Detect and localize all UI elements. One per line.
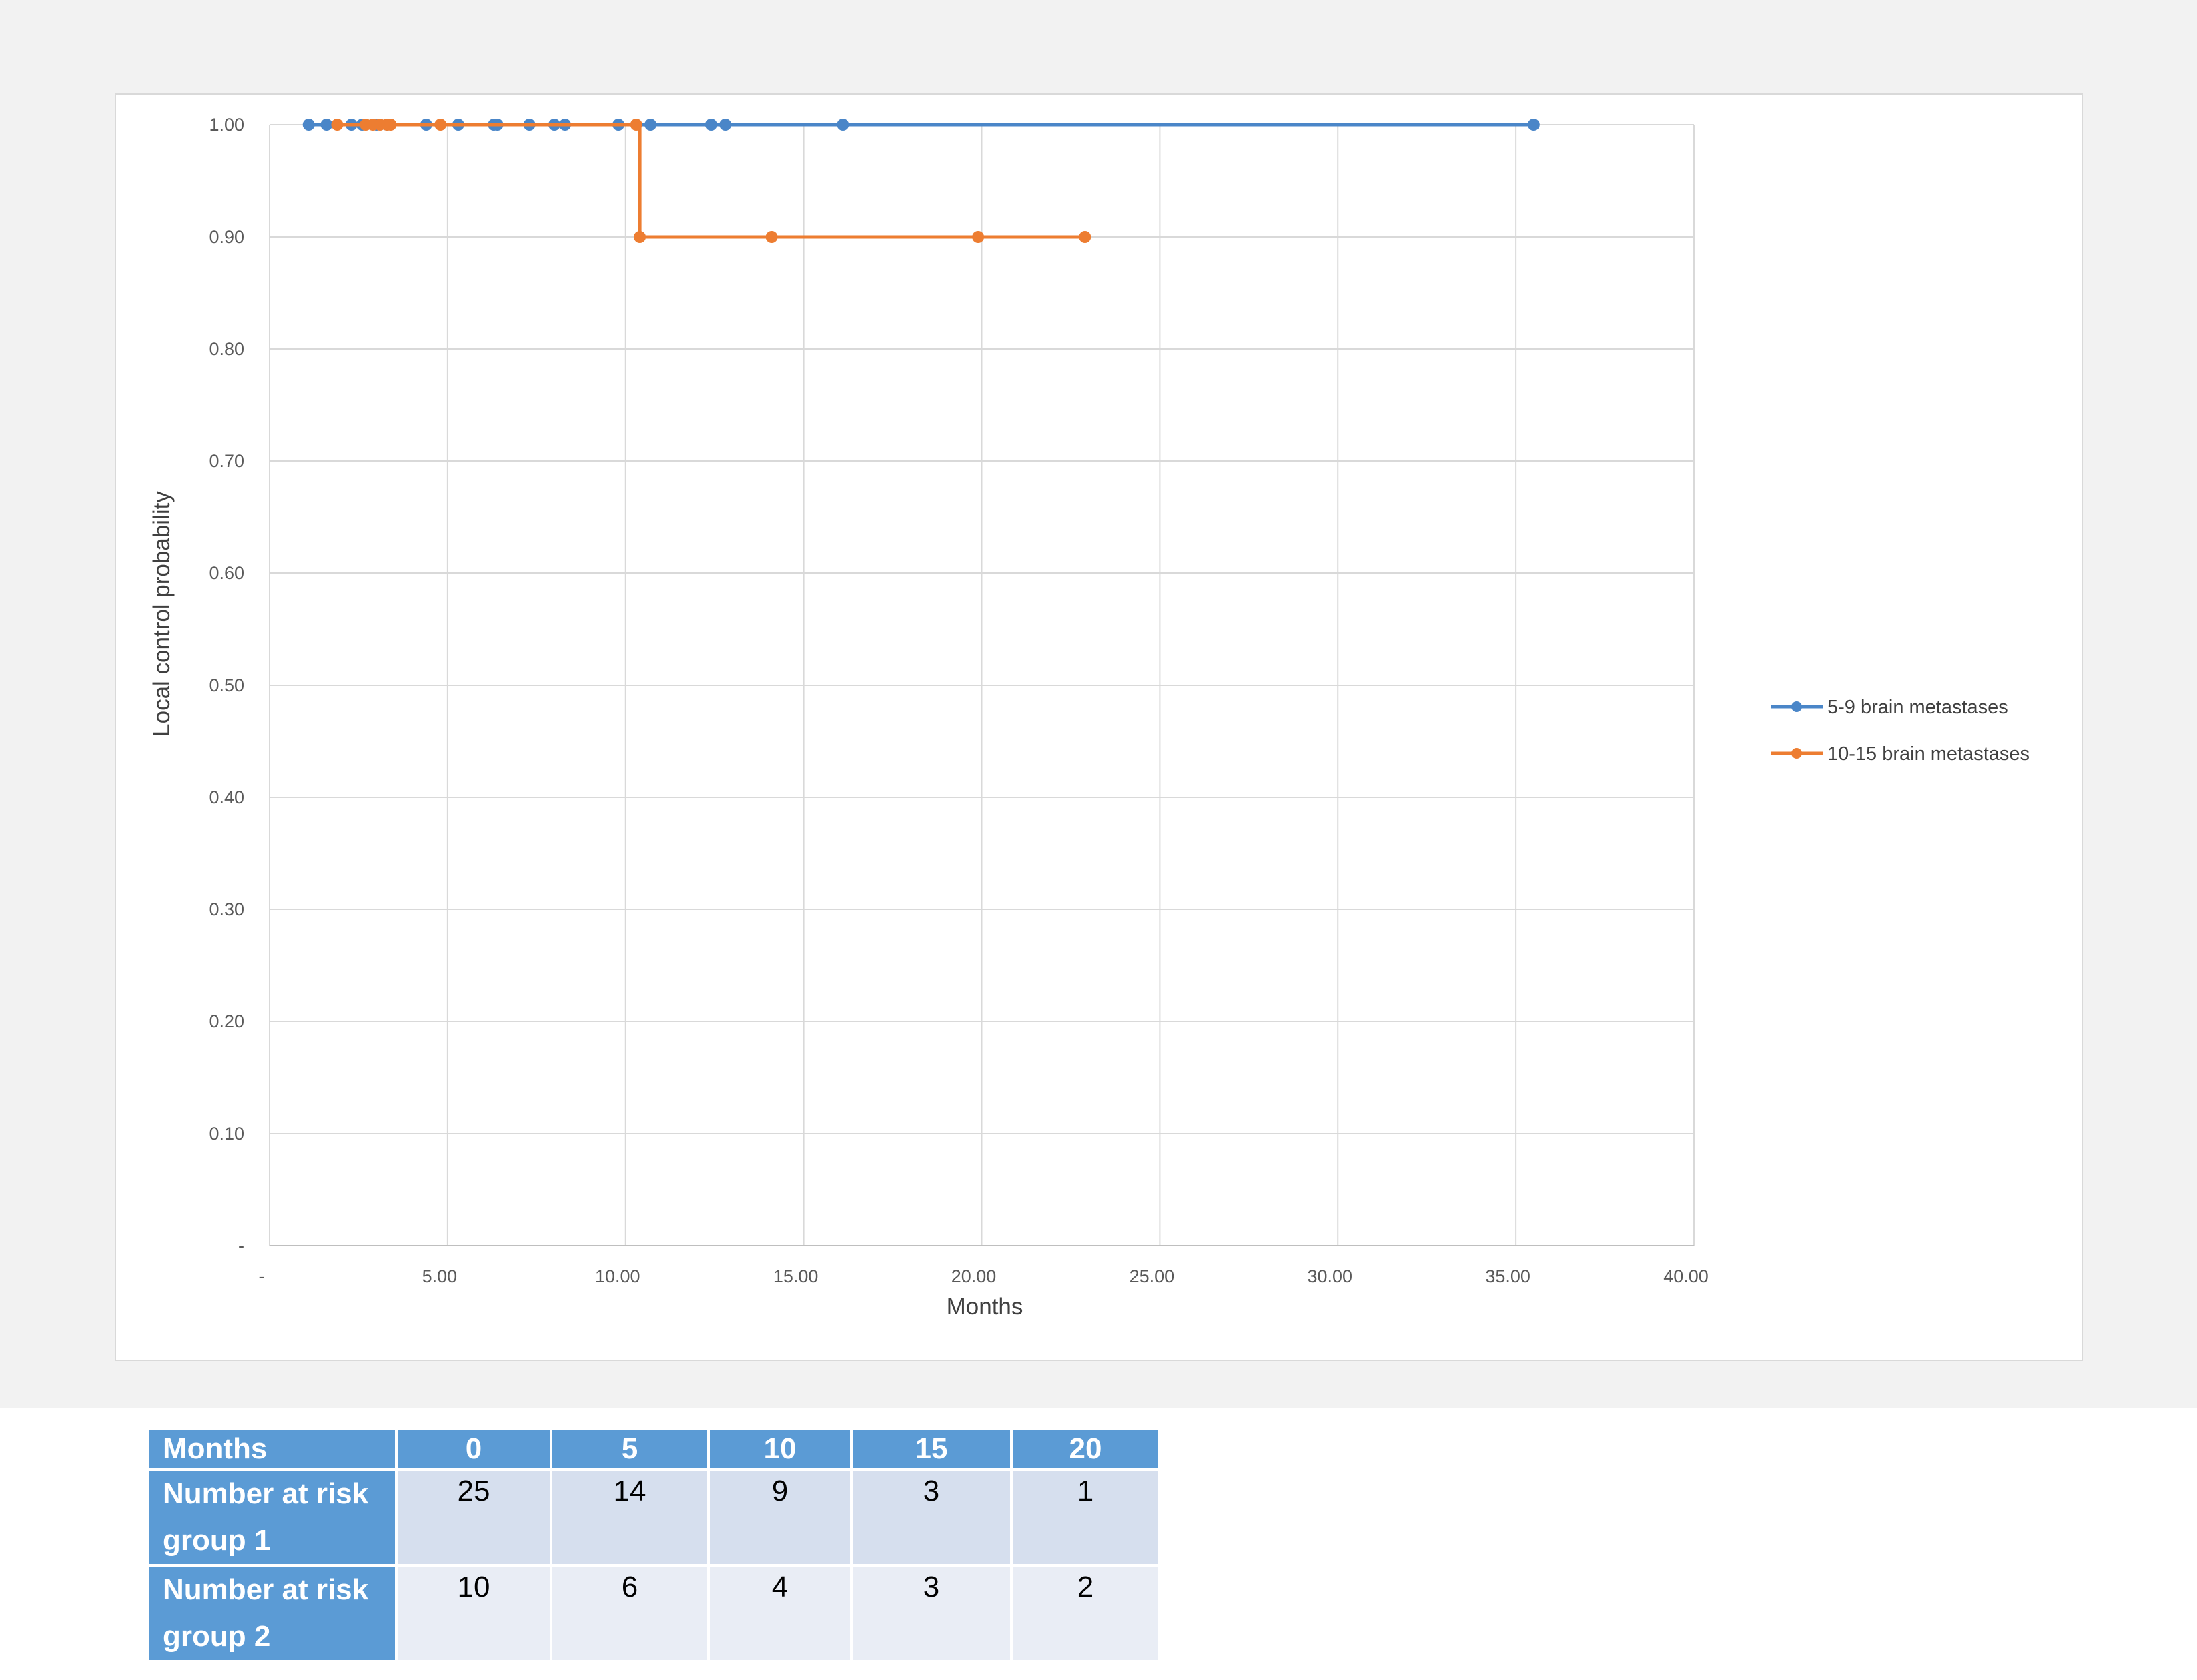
x-tick-label: 20.00 bbox=[951, 1266, 997, 1286]
risk-table-cell: 25 bbox=[398, 1471, 550, 1564]
y-tick-label: - bbox=[238, 1236, 244, 1256]
data-point bbox=[331, 119, 344, 131]
x-tick-labels: - 5.00 10.00 15.00 20.00 25.00 30.00 35.00 40.00 bbox=[259, 1266, 1709, 1286]
risk-table-cell: 9 bbox=[710, 1471, 850, 1564]
x-tick-label: 30.00 bbox=[1307, 1266, 1352, 1286]
y-tick-label: 0.40 bbox=[209, 787, 244, 807]
x-tick-label: - bbox=[259, 1266, 265, 1286]
data-point bbox=[837, 119, 849, 131]
risk-table-cell: 2 bbox=[1013, 1567, 1158, 1660]
risk-table-cell: 3 bbox=[853, 1567, 1010, 1660]
y-tick-label: 0.30 bbox=[209, 899, 244, 919]
data-point bbox=[972, 231, 985, 243]
grid-lines bbox=[269, 124, 1695, 1246]
risk-table-header-cell: 15 bbox=[853, 1430, 1010, 1468]
risk-table-header-cell: 20 bbox=[1013, 1430, 1158, 1468]
data-point bbox=[634, 231, 646, 243]
y-tick-label: 0.70 bbox=[209, 451, 244, 471]
data-point bbox=[1079, 231, 1091, 243]
data-point bbox=[302, 119, 315, 131]
risk-table-header-cell: 0 bbox=[398, 1430, 550, 1468]
risk-table-row-group-1: Number at risk group 1 25 14 9 3 1 bbox=[149, 1471, 1158, 1564]
risk-table-row-group-2: Number at risk group 2 10 6 4 3 2 bbox=[149, 1567, 1158, 1660]
row-label-line: Number at risk bbox=[163, 1573, 369, 1606]
risk-table-row-label: Number at risk group 2 bbox=[149, 1567, 395, 1660]
risk-table-row-label: Number at risk group 1 bbox=[149, 1471, 395, 1564]
risk-table-header-cell: 5 bbox=[552, 1430, 707, 1468]
series-line bbox=[337, 123, 1085, 239]
risk-table-header-cell: 10 bbox=[710, 1430, 850, 1468]
risk-table-cell: 4 bbox=[710, 1567, 850, 1660]
risk-table-cell: 10 bbox=[398, 1567, 550, 1660]
risk-table-cell: 3 bbox=[853, 1471, 1010, 1564]
data-point bbox=[1527, 119, 1540, 131]
series-2 bbox=[331, 119, 1091, 243]
y-tick-label: 0.80 bbox=[209, 339, 244, 359]
x-tick-label: 40.00 bbox=[1663, 1266, 1709, 1286]
data-point bbox=[719, 119, 732, 131]
legend-label: 5-9 brain metastases bbox=[1827, 697, 2008, 718]
x-tick-label: 5.00 bbox=[422, 1266, 458, 1286]
legend-item: 5-9 brain metastases bbox=[1771, 697, 2008, 718]
y-tick-label: 0.20 bbox=[209, 1011, 244, 1031]
data-point bbox=[434, 119, 447, 131]
x-tick-label: 15.00 bbox=[773, 1266, 819, 1286]
x-tick-label: 25.00 bbox=[1130, 1266, 1175, 1286]
row-label-line: group 2 bbox=[163, 1620, 271, 1653]
y-tick-label: 0.10 bbox=[209, 1124, 244, 1144]
y-tick-label: 1.00 bbox=[209, 115, 244, 135]
x-tick-label: 35.00 bbox=[1485, 1266, 1530, 1286]
data-point bbox=[320, 119, 333, 131]
data-point bbox=[705, 119, 717, 131]
x-tick-label: 10.00 bbox=[595, 1266, 640, 1286]
risk-table-cell: 14 bbox=[552, 1471, 707, 1564]
row-label-line: Number at risk bbox=[163, 1477, 369, 1510]
y-axis-title: Local control probability bbox=[149, 491, 175, 737]
y-tick-labels: - 0.10 0.20 0.30 0.40 0.50 0.60 0.70 0.80 0.90 1.0… bbox=[209, 115, 244, 1256]
y-tick-label: 0.90 bbox=[209, 227, 244, 247]
risk-table-header-row: Months 0 5 10 15 20 bbox=[149, 1430, 1158, 1468]
data-point bbox=[384, 119, 397, 131]
legend-label: 10-15 brain metastases bbox=[1827, 743, 2030, 765]
legend-item: 10-15 brain metastases bbox=[1771, 743, 2030, 765]
km-chart: - 5.00 10.00 15.00 20.00 25.00 30.00 35.00 40.00… bbox=[149, 115, 2030, 1320]
y-tick-label: 0.50 bbox=[209, 675, 244, 695]
legend: 5-9 brain metastases 10-15 brain metastas… bbox=[1771, 697, 2030, 765]
legend-swatch-marker bbox=[1791, 748, 1802, 759]
risk-table-cell: 1 bbox=[1013, 1471, 1158, 1564]
row-label-line: group 1 bbox=[163, 1524, 271, 1557]
data-point bbox=[644, 119, 657, 131]
data-point bbox=[630, 119, 642, 131]
risk-table-header-months: Months bbox=[149, 1430, 395, 1468]
chart-panel: - 5.00 10.00 15.00 20.00 25.00 30.00 35.00 40.00… bbox=[115, 93, 2083, 1361]
risk-table-cell: 6 bbox=[552, 1567, 707, 1660]
number-at-risk-table: Months 0 5 10 15 20 Number at risk group… bbox=[147, 1428, 1161, 1663]
y-tick-label: 0.60 bbox=[209, 563, 244, 583]
series-lines bbox=[302, 119, 1540, 243]
data-point bbox=[765, 231, 778, 243]
x-axis-title: Months bbox=[947, 1294, 1023, 1320]
legend-swatch-marker bbox=[1791, 701, 1802, 712]
